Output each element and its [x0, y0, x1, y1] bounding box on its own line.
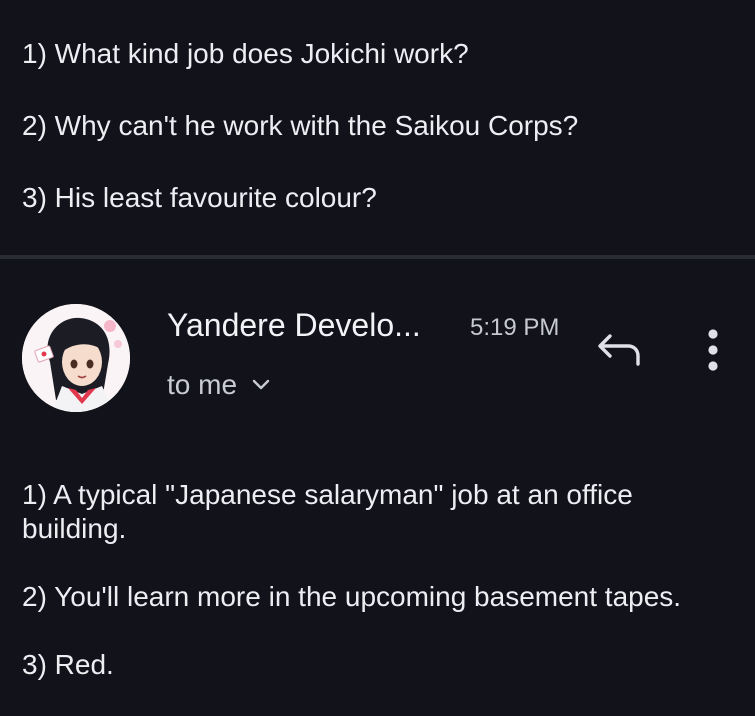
- more-options-button[interactable]: [696, 324, 730, 376]
- message-time: 5:19 PM: [470, 314, 560, 341]
- recipient-details[interactable]: to me: [167, 367, 271, 403]
- recipient-label: to me: [167, 369, 238, 400]
- chevron-down-icon[interactable]: [251, 378, 271, 392]
- sender-name[interactable]: Yandere Develo...: [167, 305, 421, 345]
- message-body: 1) A typical "Japanese salaryman" job at…: [22, 478, 702, 716]
- reply-icon: [592, 334, 648, 378]
- avatar[interactable]: [22, 304, 130, 412]
- message-divider: [0, 255, 755, 259]
- previous-message-line: 1) What kind job does Jokichi work?: [22, 38, 469, 69]
- previous-message-line: 3) His least favourite colour?: [22, 182, 377, 213]
- message-line: 3) Red.: [22, 649, 114, 680]
- message-line: 1) A typical "Japanese salaryman" job at…: [22, 479, 633, 544]
- reply-button[interactable]: [592, 326, 648, 374]
- previous-message-line: 2) Why can't he work with the Saikou Cor…: [22, 110, 579, 141]
- more-vert-icon: [696, 329, 730, 380]
- message-line: 2) You'll learn more in the upcoming bas…: [22, 581, 682, 612]
- previous-message-body: 1) What kind job does Jokichi work? 2) W…: [22, 34, 735, 250]
